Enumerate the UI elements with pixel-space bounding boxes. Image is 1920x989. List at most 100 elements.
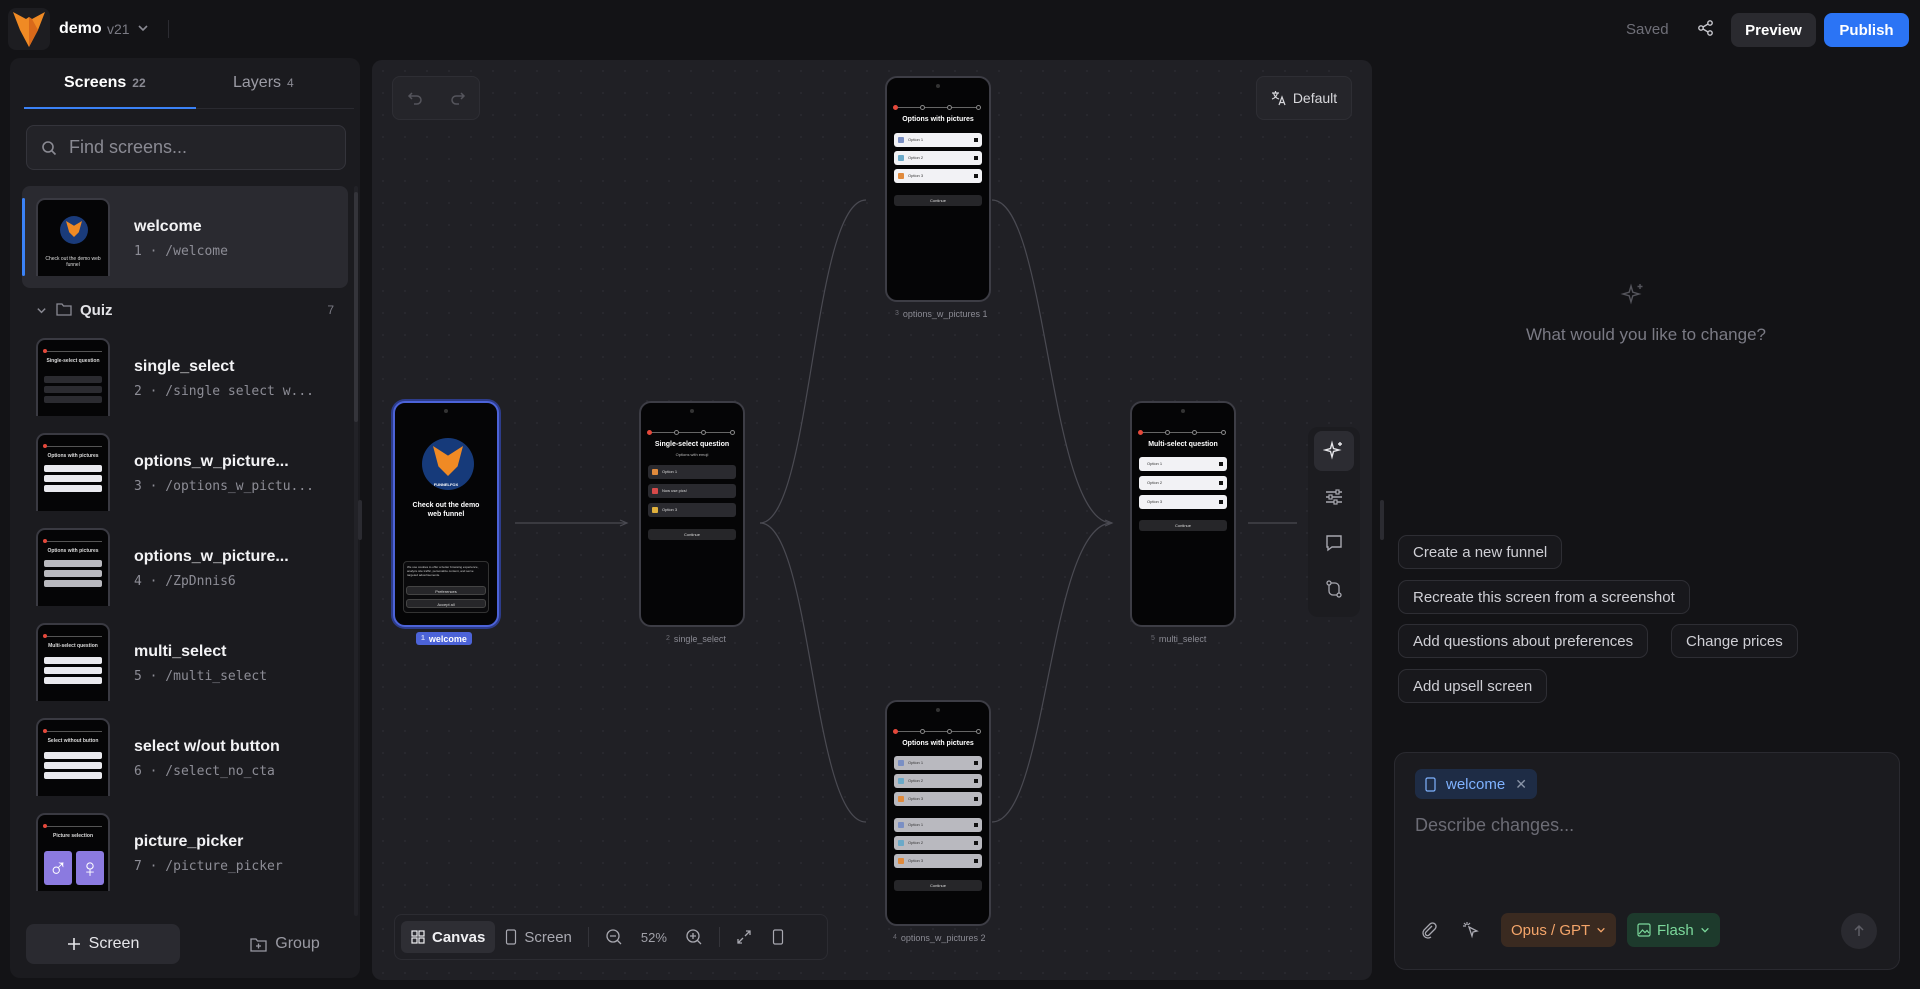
connector xyxy=(991,522,1113,823)
preview-button[interactable]: Preview xyxy=(1731,13,1816,47)
share-icon[interactable] xyxy=(1692,14,1720,42)
group-name: Quiz xyxy=(80,302,113,319)
thumb-title: Multi-select question xyxy=(48,643,98,649)
scrollbar-thumb[interactable] xyxy=(354,192,358,422)
funnelfox-logo-icon xyxy=(13,12,45,47)
node-label-multi-select[interactable]: 5 multi_select xyxy=(1146,632,1211,645)
option-label: Option 3 xyxy=(662,507,678,512)
option-label: Option 1 xyxy=(908,822,924,827)
tab-screens[interactable]: Screens 22 xyxy=(64,74,146,92)
node-label-options-w-pictures-1[interactable]: 3 options_w_pictures 1 xyxy=(890,307,992,320)
node-label-text: single_select xyxy=(673,633,726,644)
node-label-text: options_w_pictures 2 xyxy=(900,932,986,943)
phone-icon xyxy=(505,929,517,945)
sidebar-resize-handle[interactable] xyxy=(358,500,362,540)
screen-item-multi-select[interactable]: Multi-select question multi_select 5 · /… xyxy=(22,611,348,713)
option-row: Option 1 xyxy=(894,818,982,832)
model-selector[interactable]: Opus / GPT xyxy=(1501,913,1617,947)
screen-item-welcome[interactable]: Check out the demo web funnel welcome 1 … xyxy=(22,186,348,288)
node-number: 3 xyxy=(895,310,899,317)
screen-node-welcome[interactable]: FUNNELFOX Check out the demo web funnel … xyxy=(393,401,499,627)
suggestion-chip[interactable]: Add questions about preferences xyxy=(1398,624,1649,658)
node-label-welcome[interactable]: 1 welcome xyxy=(416,632,472,645)
phone-notch xyxy=(690,409,694,413)
screen-view-button[interactable]: Screen xyxy=(495,921,582,953)
tab-layers[interactable]: Layers 4 xyxy=(233,74,294,92)
continue-button: Continue xyxy=(894,195,982,206)
funnel-canvas[interactable]: Default FUNNELFOX Check out the demo web… xyxy=(372,60,1372,980)
screen-item-options-w-pictures-1[interactable]: Options with pictures options_w_picture.… xyxy=(22,421,348,523)
option-row: Option 2 xyxy=(894,774,982,788)
add-screen-label: Screen xyxy=(88,935,140,952)
publish-button[interactable]: Publish xyxy=(1824,13,1909,47)
attach-icon[interactable] xyxy=(1411,913,1447,947)
suggestion-chip[interactable]: Change prices xyxy=(1671,624,1798,658)
zoom-out-icon[interactable] xyxy=(595,921,633,953)
thumb-progress-dot xyxy=(43,539,47,543)
plus-icon xyxy=(67,937,81,951)
send-button[interactable] xyxy=(1841,913,1877,949)
chevron-down-icon[interactable] xyxy=(137,22,149,34)
option-row: Option 1 xyxy=(648,465,736,479)
thumb-title: Single-select question xyxy=(46,358,100,364)
canvas-view-button[interactable]: Canvas xyxy=(401,921,496,953)
checkbox-icon xyxy=(1219,500,1223,504)
accept-all-button: Accept all xyxy=(406,599,486,608)
option-row: Option 3 xyxy=(1139,495,1227,509)
screen-thumbnail: Single-select question xyxy=(36,338,110,416)
search-box[interactable] xyxy=(26,125,346,170)
add-group-button[interactable]: Group xyxy=(230,924,340,964)
screen-node-single-select[interactable]: Single-select question Options with emoj… xyxy=(639,401,745,627)
branch-icon[interactable] xyxy=(1314,569,1354,609)
close-icon[interactable]: ✕ xyxy=(1515,776,1527,793)
describe-changes-input[interactable] xyxy=(1415,815,1875,836)
zoom-in-icon[interactable] xyxy=(675,921,713,953)
node-title: Multi-select question xyxy=(1148,441,1218,448)
option-row: Now use pics! xyxy=(648,484,736,498)
screen-node-options-w-pictures-2[interactable]: Options with pictures Option 1 Option 2 … xyxy=(885,700,991,926)
suggestion-chip[interactable]: Recreate this screen from a screenshot xyxy=(1398,580,1690,614)
sliders-icon[interactable] xyxy=(1314,477,1354,517)
app-logo[interactable] xyxy=(8,8,50,50)
context-chip[interactable]: welcome ✕ xyxy=(1415,769,1537,799)
add-screen-button[interactable]: Screen xyxy=(26,924,180,964)
ai-sparkle-icon[interactable] xyxy=(1314,431,1354,471)
screen-thumbnail: Picture selection ♂ ♀ xyxy=(36,813,110,891)
checkbox-icon xyxy=(974,138,978,142)
group-quiz[interactable]: Quiz 7 xyxy=(22,292,348,328)
add-group-label: Group xyxy=(275,935,320,952)
canvas-view-label: Canvas xyxy=(432,928,486,946)
suggestion-chip[interactable]: Create a new funnel xyxy=(1398,535,1563,569)
thumb-progress-dot xyxy=(43,444,47,448)
suggestion-chip[interactable]: Add upsell screen xyxy=(1398,669,1548,703)
screen-node-multi-select[interactable]: Multi-select question Option 1 Option 2 … xyxy=(1130,401,1236,627)
node-label-options-w-pictures-2[interactable]: 4 options_w_pictures 2 xyxy=(888,931,990,944)
screen-thumbnail: Check out the demo web funnel xyxy=(36,198,110,276)
checkbox-icon xyxy=(1219,462,1223,466)
divider xyxy=(587,927,589,947)
search-input[interactable] xyxy=(69,137,329,158)
image-model-label: Flash xyxy=(1657,921,1694,939)
tab-label: Layers xyxy=(233,74,282,91)
project-name[interactable]: demo xyxy=(59,20,102,38)
thumb-progress-dot xyxy=(43,729,47,733)
device-icon[interactable] xyxy=(762,921,794,953)
image-model-selector[interactable]: Flash xyxy=(1627,913,1720,947)
chevron-down-icon[interactable] xyxy=(36,305,47,316)
screen-item-options-w-pictures-2[interactable]: Options with pictures options_w_picture.… xyxy=(22,516,348,618)
screen-node-options-w-pictures-1[interactable]: Options with pictures Option 1 Option 2 … xyxy=(885,76,991,302)
screen-item-select-no-cta[interactable]: Select without button select w/out butto… xyxy=(22,706,348,808)
node-label-text: options_w_pictures 1 xyxy=(902,308,988,319)
pointer-select-icon[interactable] xyxy=(1453,913,1489,947)
thumb-option xyxy=(44,677,102,684)
node-label-single-select[interactable]: 2 single_select xyxy=(661,632,731,645)
screen-item-single-select[interactable]: Single-select question single_select 2 ·… xyxy=(22,326,348,428)
checkbox-icon xyxy=(1219,481,1223,485)
comment-icon[interactable] xyxy=(1314,523,1354,563)
screen-path: 7 · /picture_picker xyxy=(134,859,283,874)
node-title: Options with pictures xyxy=(902,116,974,123)
node-number: 1 xyxy=(421,635,425,642)
fit-screen-icon[interactable] xyxy=(726,921,762,953)
option-label: Option 1 xyxy=(908,760,924,765)
screen-item-picture-picker[interactable]: Picture selection ♂ ♀ picture_picker 7 ·… xyxy=(22,801,348,903)
